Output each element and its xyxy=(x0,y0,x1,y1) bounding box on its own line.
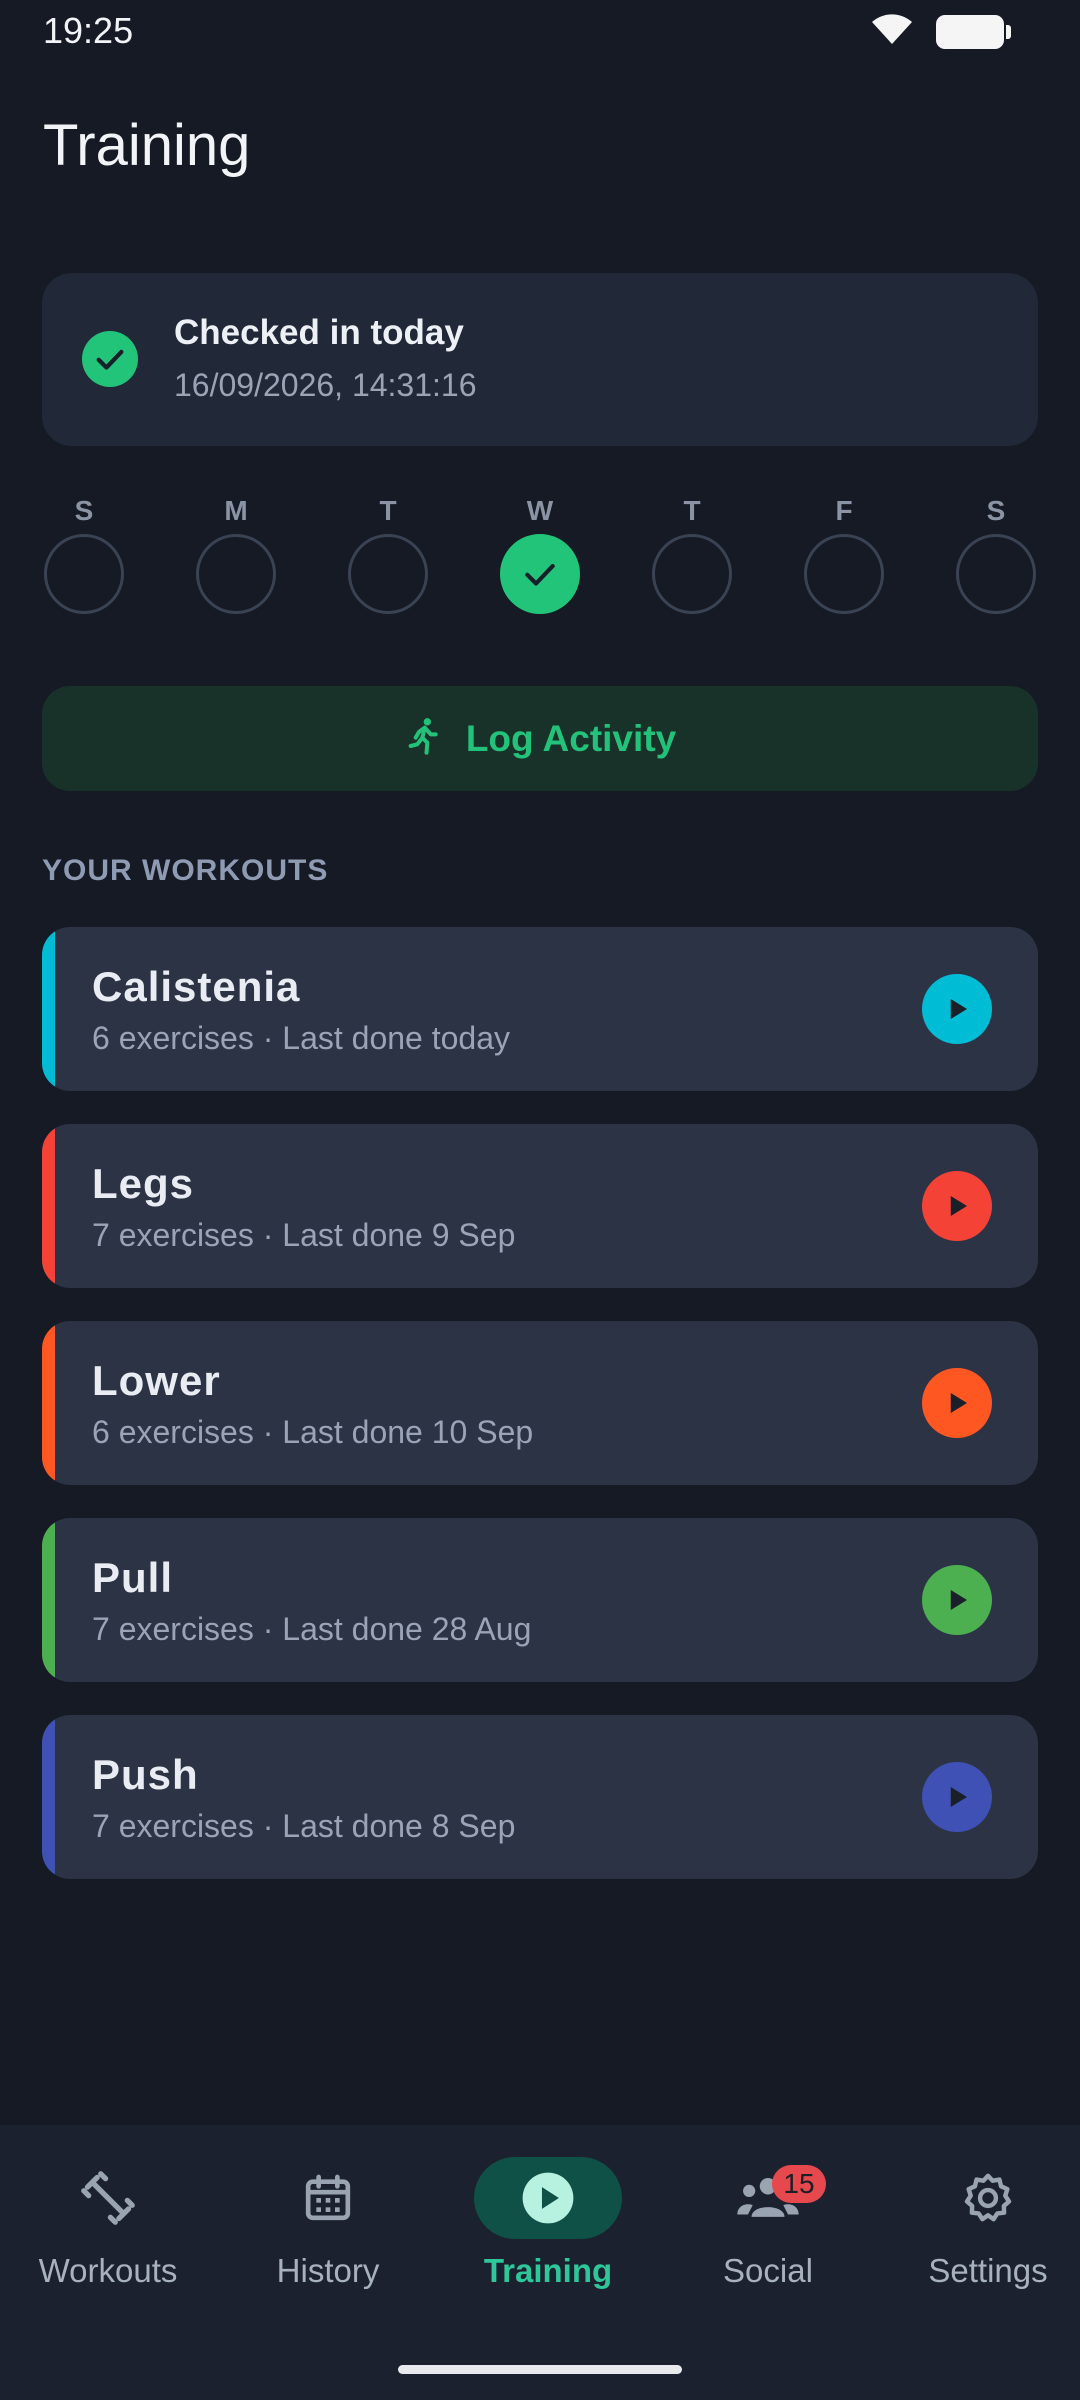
nav-label: Workouts xyxy=(38,2252,178,2289)
workout-card[interactable]: Lower 6 exercises · Last done 10 Sep xyxy=(42,1321,1038,1485)
nav-item-training[interactable]: Training xyxy=(440,2125,656,2325)
workout-name: Legs xyxy=(92,1160,195,1207)
play-workout-button[interactable] xyxy=(922,1171,992,1241)
day-indicator xyxy=(652,534,732,614)
workout-meta: 6 exercises · Last done today xyxy=(92,1020,511,1056)
day-1: M xyxy=(194,494,278,614)
day-0: S xyxy=(42,494,126,614)
status-bar: 19:25 xyxy=(0,0,1080,64)
workout-meta: 7 exercises · Last done 8 Sep xyxy=(92,1808,516,1844)
play-icon xyxy=(950,1787,967,1807)
calendar-icon xyxy=(300,2170,356,2226)
workout-name: Push xyxy=(92,1751,199,1798)
day-4: T xyxy=(650,494,734,614)
play-workout-button[interactable] xyxy=(922,1565,992,1635)
workout-accent-bar xyxy=(42,1715,55,1879)
day-letter: S xyxy=(986,495,1006,526)
workout-accent-bar xyxy=(42,1124,55,1288)
workout-meta: 7 exercises · Last done 28 Aug xyxy=(92,1611,532,1647)
play-icon xyxy=(950,1196,967,1216)
workout-card[interactable]: Push 7 exercises · Last done 8 Sep xyxy=(42,1715,1038,1879)
bottom-nav: Workouts History Training 15 Social Settings xyxy=(0,2125,1080,2400)
workout-accent-bar xyxy=(42,1518,55,1682)
day-checked-indicator xyxy=(500,534,580,614)
running-person-icon xyxy=(404,714,444,763)
home-indicator xyxy=(398,2365,682,2374)
play-workout-button[interactable] xyxy=(922,974,992,1044)
workout-name: Calistenia xyxy=(92,963,301,1010)
nav-icon-container xyxy=(914,2157,1062,2239)
day-letter: S xyxy=(74,495,94,526)
nav-icon-container xyxy=(474,2157,622,2239)
play-icon xyxy=(950,1590,967,1610)
nav-label: Social xyxy=(723,2252,813,2289)
workout-meta: 6 exercises · Last done 10 Sep xyxy=(92,1414,534,1450)
workout-accent-bar xyxy=(42,1321,55,1485)
week-strip: SMTWTFS xyxy=(42,494,1038,634)
play-workout-button[interactable] xyxy=(922,1762,992,1832)
day-indicator xyxy=(804,534,884,614)
day-letter: T xyxy=(683,495,701,526)
status-time: 19:25 xyxy=(43,10,134,51)
nav-icon-container xyxy=(34,2157,182,2239)
nav-item-workouts[interactable]: Workouts xyxy=(0,2125,216,2325)
nav-item-settings[interactable]: Settings xyxy=(880,2125,1080,2325)
checkin-title: Checked in today xyxy=(174,313,464,352)
day-letter: F xyxy=(835,495,853,526)
workout-meta: 7 exercises · Last done 9 Sep xyxy=(92,1217,516,1253)
day-3: W xyxy=(498,494,582,614)
status-icons xyxy=(870,12,1011,51)
page-title: Training xyxy=(43,113,251,178)
day-5: F xyxy=(802,494,886,614)
nav-label: History xyxy=(276,2252,380,2289)
log-activity-label: Log Activity xyxy=(465,717,677,759)
day-6: S xyxy=(954,494,1038,614)
section-heading: YOUR WORKOUTS xyxy=(42,854,329,887)
day-2: T xyxy=(346,494,430,614)
workout-accent-bar xyxy=(42,927,55,1091)
day-indicator xyxy=(348,534,428,614)
day-letter: M xyxy=(224,495,248,526)
play-icon xyxy=(950,1393,967,1413)
notification-badge: 15 xyxy=(772,2165,826,2203)
log-activity-button[interactable]: Log Activity xyxy=(42,686,1038,791)
check-circle-icon xyxy=(82,331,138,387)
dumbbell-icon xyxy=(79,2169,137,2227)
nav-label: Settings xyxy=(928,2252,1048,2289)
workout-name: Lower xyxy=(92,1357,221,1404)
day-letter: W xyxy=(526,495,554,526)
play-circle-icon xyxy=(519,2169,577,2227)
gear-icon xyxy=(960,2170,1016,2226)
nav-icon-container xyxy=(254,2157,402,2239)
workout-card[interactable]: Legs 7 exercises · Last done 9 Sep xyxy=(42,1124,1038,1288)
checkin-timestamp: 16/09/2026, 14:31:16 xyxy=(174,367,477,403)
play-icon xyxy=(950,999,967,1019)
nav-item-history[interactable]: History xyxy=(220,2125,436,2325)
workout-list: Calistenia 6 exercises · Last done today L… xyxy=(42,927,1038,1912)
nav-label: Training xyxy=(483,2252,613,2289)
day-indicator xyxy=(956,534,1036,614)
battery-icon xyxy=(936,14,1011,49)
workout-card[interactable]: Calistenia 6 exercises · Last done today xyxy=(42,927,1038,1091)
check-icon xyxy=(525,564,555,586)
nav-item-social[interactable]: 15 Social xyxy=(660,2125,876,2325)
checkin-card: Checked in today 16/09/2026, 14:31:16 xyxy=(42,273,1038,446)
workout-card[interactable]: Pull 7 exercises · Last done 28 Aug xyxy=(42,1518,1038,1682)
day-indicator xyxy=(44,534,124,614)
workout-name: Pull xyxy=(92,1554,174,1601)
day-indicator xyxy=(196,534,276,614)
day-letter: T xyxy=(379,495,397,526)
play-workout-button[interactable] xyxy=(922,1368,992,1438)
wifi-icon xyxy=(870,12,914,51)
